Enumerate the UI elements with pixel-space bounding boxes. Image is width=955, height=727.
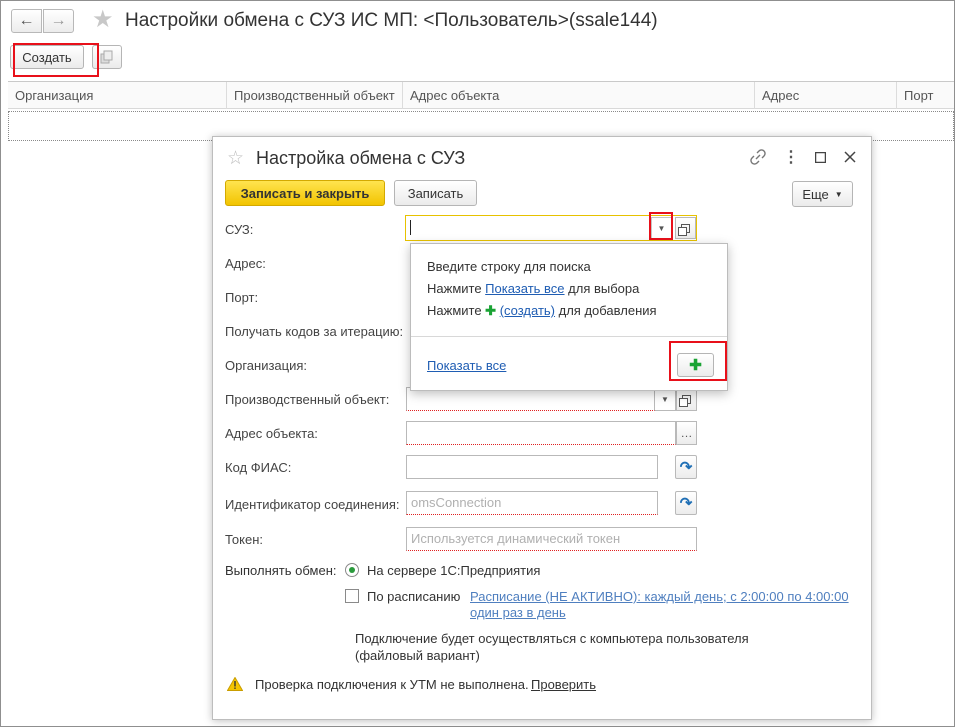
connection-id-fill-button[interactable]: ↷ bbox=[675, 491, 697, 515]
address-label: Адрес: bbox=[225, 256, 266, 271]
popup-add-button[interactable]: ✚ bbox=[677, 353, 714, 377]
chevron-down-icon: ▼ bbox=[834, 189, 843, 199]
connection-info-line2: (файловый вариант) bbox=[355, 648, 480, 663]
suz-dropdown-button[interactable]: ▼ bbox=[651, 217, 672, 239]
curved-arrow-icon: ↷ bbox=[679, 459, 693, 476]
chevron-down-icon: ▼ bbox=[657, 223, 666, 233]
column-address[interactable]: Адрес bbox=[754, 82, 896, 109]
column-object-address[interactable]: Адрес объекта bbox=[402, 82, 754, 109]
on-server-label[interactable]: На сервере 1С:Предприятия bbox=[367, 563, 540, 578]
fias-fill-button[interactable]: ↷ bbox=[675, 455, 697, 479]
popup-divider bbox=[411, 336, 727, 337]
popup-hint-text: Нажмите bbox=[427, 303, 486, 318]
connection-id-placeholder: omsConnection bbox=[411, 495, 502, 510]
column-production-object[interactable]: Производственный объект bbox=[226, 82, 402, 109]
by-schedule-checkbox[interactable] bbox=[345, 589, 359, 603]
object-address-select-button[interactable]: … bbox=[676, 421, 697, 445]
object-address-label: Адрес объекта: bbox=[225, 426, 318, 441]
more-label: Еще bbox=[802, 186, 829, 202]
curved-arrow-icon: ↷ bbox=[679, 495, 693, 512]
column-organization[interactable]: Организация bbox=[8, 82, 226, 109]
check-connection-link[interactable]: Проверить bbox=[531, 677, 596, 692]
copy-button[interactable] bbox=[92, 45, 122, 69]
by-schedule-label[interactable]: По расписанию bbox=[367, 589, 460, 604]
page-title: Настройки обмена с СУЗ ИС МП: <Пользоват… bbox=[125, 10, 658, 31]
token-label: Токен: bbox=[225, 532, 264, 547]
plus-icon: ✚ bbox=[689, 357, 702, 374]
connection-info-line1: Подключение будет осуществляться с компь… bbox=[355, 631, 749, 646]
object-address-input[interactable] bbox=[406, 421, 676, 445]
close-icon-graphic bbox=[844, 151, 856, 163]
back-button[interactable]: ← bbox=[11, 9, 42, 33]
open-icon bbox=[679, 394, 691, 407]
suz-label: СУЗ: bbox=[225, 222, 254, 237]
maximize-icon[interactable] bbox=[811, 147, 829, 167]
popup-create-inline-link[interactable]: (создать) bbox=[500, 303, 555, 318]
warning-icon bbox=[227, 677, 243, 691]
link-icon[interactable] bbox=[749, 147, 767, 167]
token-placeholder: Используется динамический токен bbox=[411, 531, 621, 546]
production-object-label: Производственный объект: bbox=[225, 392, 390, 407]
exchange-mode-label: Выполнять обмен: bbox=[225, 563, 337, 578]
codes-per-iteration-label: Получать кодов за итерацию: bbox=[225, 324, 404, 339]
open-icon bbox=[678, 223, 690, 236]
favorite-star-icon[interactable]: ★ bbox=[92, 7, 114, 33]
connection-id-input[interactable]: omsConnection bbox=[406, 491, 658, 515]
port-label: Порт: bbox=[225, 290, 259, 305]
popup-hint-show-all: Нажмите Показать все для выбора bbox=[427, 281, 639, 296]
suz-open-button[interactable] bbox=[675, 217, 696, 239]
on-server-radio[interactable] bbox=[345, 563, 359, 577]
settings-table: Организация Производственный объект Адре… bbox=[8, 81, 954, 143]
text-cursor bbox=[410, 220, 411, 236]
popup-hint-text: Нажмите bbox=[427, 281, 486, 296]
utm-warning-text: Проверка подключения к УТМ не выполнена. bbox=[255, 677, 529, 692]
token-input[interactable]: Используется динамический токен bbox=[406, 527, 697, 551]
popup-show-all-link[interactable]: Показать все bbox=[427, 358, 506, 373]
close-icon[interactable] bbox=[841, 147, 859, 167]
plus-icon: ✚ bbox=[485, 303, 500, 318]
fias-code-label: Код ФИАС: bbox=[225, 460, 292, 475]
popup-hint-text: для выбора bbox=[564, 281, 640, 296]
popup-hint-text: для добавления bbox=[555, 303, 657, 318]
save-and-close-button[interactable]: Записать и закрыть bbox=[225, 180, 385, 206]
settings-dialog: ☆ Настройка обмена с СУЗ ⋮ Записать и за… bbox=[212, 136, 872, 720]
popup-hint-search: Введите строку для поиска bbox=[427, 259, 591, 274]
link-icon-graphic bbox=[750, 149, 766, 165]
save-button[interactable]: Записать bbox=[394, 180, 477, 206]
maximize-icon-graphic bbox=[814, 151, 826, 163]
copy-icon bbox=[100, 50, 113, 64]
connection-id-label: Идентификатор соединения: bbox=[225, 497, 400, 512]
chevron-down-icon: ▼ bbox=[661, 394, 669, 404]
popup-hint-create: Нажмите ✚ (создать) для добавления bbox=[427, 303, 657, 319]
dialog-title: Настройка обмена с СУЗ bbox=[256, 148, 466, 168]
forward-button[interactable]: → bbox=[43, 9, 74, 33]
organization-label: Организация: bbox=[225, 358, 308, 373]
more-vertical-icon[interactable]: ⋮ bbox=[782, 147, 800, 167]
more-button[interactable]: Еще ▼ bbox=[792, 181, 853, 207]
create-button[interactable]: Создать bbox=[10, 45, 84, 69]
column-port[interactable]: Порт bbox=[896, 82, 954, 109]
autocomplete-popup: Введите строку для поиска Нажмите Показа… bbox=[410, 243, 728, 391]
arrow-left-icon: ← bbox=[18, 12, 35, 29]
favorite-star-icon[interactable]: ☆ bbox=[227, 147, 244, 170]
schedule-link[interactable]: Расписание (НЕ АКТИВНО): каждый день; с … bbox=[470, 589, 860, 621]
table-header: Организация Производственный объект Адре… bbox=[8, 81, 954, 109]
arrow-right-icon: → bbox=[50, 12, 67, 29]
fias-code-input[interactable] bbox=[406, 455, 658, 479]
popup-show-all-inline-link[interactable]: Показать все bbox=[485, 281, 564, 296]
